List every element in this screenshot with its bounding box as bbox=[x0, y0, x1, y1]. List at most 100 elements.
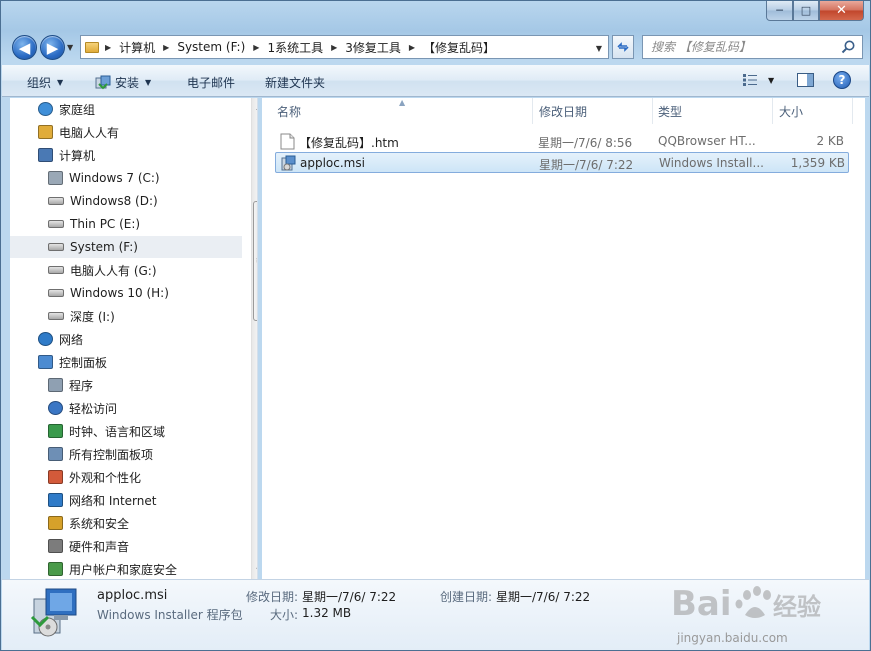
details-modified-value: 星期一/7/6/ 7:22 bbox=[302, 590, 397, 604]
column-header-type[interactable]: 类型 bbox=[653, 98, 773, 124]
drive-icon bbox=[48, 220, 64, 228]
tree-item-label: 深度 (I:) bbox=[70, 309, 115, 324]
tree-item[interactable]: 电脑人人有 bbox=[38, 121, 119, 143]
file-row-selected[interactable]: apploc.msi 星期一/7/6/ 7:22 Windows Install… bbox=[275, 152, 849, 173]
tree-item-label: 所有控制面板项 bbox=[69, 447, 154, 462]
search-input[interactable] bbox=[651, 40, 831, 54]
tree-item[interactable]: 深度 (I:) bbox=[48, 305, 115, 327]
tree-item[interactable]: 系统和安全 bbox=[48, 512, 129, 534]
breadcrumb-current-folder[interactable]: 【修复乱码】 bbox=[423, 39, 495, 56]
file-type: Windows Install... bbox=[659, 156, 764, 170]
control-panel-icon bbox=[38, 355, 53, 369]
scroll-down-icon[interactable]: ▼ bbox=[252, 562, 257, 579]
minimize-button[interactable]: ─ bbox=[766, 1, 793, 21]
column-header-size[interactable]: 大小 bbox=[773, 98, 853, 124]
file-date: 星期一/7/6/ 8:56 bbox=[538, 136, 633, 150]
tree-item-label: 外观和个性化 bbox=[69, 470, 142, 485]
drive-icon bbox=[48, 243, 64, 251]
drive-icon bbox=[48, 266, 64, 274]
drive-icon bbox=[48, 197, 64, 205]
network-internet-icon bbox=[48, 493, 63, 507]
tree-item-label: 控制面板 bbox=[59, 355, 108, 370]
tree-item[interactable]: Windows 7 (C:) bbox=[48, 167, 160, 189]
file-row[interactable]: 【修复乱码】.htm 星期一/7/6/ 8:56 QQBrowser HT...… bbox=[275, 131, 849, 152]
column-header-name[interactable]: 名称 bbox=[262, 98, 533, 124]
tree-item[interactable]: 时钟、语言和区域 bbox=[48, 420, 165, 442]
tree-item[interactable]: 电脑人人有 (G:) bbox=[48, 259, 157, 281]
address-bar[interactable]: ▶ 计算机 ▶ System (F:) ▶ 1系统工具 ▶ 3修复工具 ▶ 【修… bbox=[80, 35, 609, 59]
tree-item[interactable]: Windows 10 (H:) bbox=[48, 282, 169, 304]
tree-item[interactable]: 硬件和声音 bbox=[48, 535, 129, 557]
chevron-down-icon: ▼ bbox=[145, 78, 152, 87]
tree-item[interactable]: 网络 bbox=[38, 328, 83, 350]
refresh-button[interactable] bbox=[612, 35, 634, 59]
file-date: 星期一/7/6/ 7:22 bbox=[539, 158, 634, 172]
help-icon[interactable]: ? bbox=[833, 71, 851, 89]
breadcrumb-repair-tools[interactable]: 3修复工具 bbox=[345, 39, 401, 56]
details-created-value: 星期一/7/6/ 7:22 bbox=[496, 590, 591, 604]
tree-item-label: 程序 bbox=[69, 378, 94, 393]
email-label: 电子邮件 bbox=[187, 76, 236, 90]
column-type-label: 类型 bbox=[658, 104, 683, 119]
folder-icon bbox=[85, 41, 99, 53]
breadcrumb-system-tools[interactable]: 1系统工具 bbox=[267, 39, 323, 56]
appearance-icon bbox=[48, 470, 63, 484]
scrollbar-thumb[interactable]: ≡ bbox=[253, 201, 257, 321]
address-dropdown-icon[interactable]: ▼ bbox=[596, 44, 602, 53]
search-icon[interactable] bbox=[840, 39, 856, 55]
msi-file-large-icon bbox=[30, 588, 77, 637]
breadcrumb-computer[interactable]: 计算机 bbox=[119, 39, 155, 56]
chevron-right-icon[interactable]: ▶ bbox=[331, 43, 337, 52]
clock-language-icon bbox=[48, 424, 63, 438]
column-header-date[interactable]: 修改日期 bbox=[533, 98, 653, 124]
new-folder-button[interactable]: 新建文件夹 bbox=[265, 74, 325, 91]
file-size: 1,359 KB bbox=[790, 156, 845, 170]
tree-item[interactable]: 所有控制面板项 bbox=[48, 443, 153, 465]
tree-item[interactable]: Windows8 (D:) bbox=[48, 190, 158, 212]
organize-menu[interactable]: 组织 ▼ bbox=[27, 74, 63, 91]
tree-item[interactable]: 网络和 Internet bbox=[48, 489, 156, 511]
tree-item[interactable]: 计算机 bbox=[38, 144, 95, 166]
close-button[interactable]: ✕ bbox=[819, 1, 864, 21]
install-button[interactable]: 安装 ▼ bbox=[95, 74, 151, 91]
tree-item-label: 计算机 bbox=[59, 148, 96, 163]
file-name: apploc.msi bbox=[300, 156, 365, 170]
tree-item[interactable]: 外观和个性化 bbox=[48, 466, 141, 488]
breadcrumb-system-f[interactable]: System (F:) bbox=[177, 40, 245, 54]
tree-item-label: Windows 10 (H:) bbox=[70, 286, 169, 300]
tree-item[interactable]: 家庭组 bbox=[38, 98, 95, 120]
email-button[interactable]: 电子邮件 bbox=[187, 74, 235, 91]
chevron-right-icon[interactable]: ▶ bbox=[105, 43, 111, 52]
user-folder-icon bbox=[38, 125, 53, 139]
forward-button[interactable]: ▶ bbox=[40, 35, 65, 60]
preview-pane-icon[interactable] bbox=[797, 73, 814, 87]
recent-pages-dropdown[interactable]: ▼ bbox=[67, 43, 73, 52]
back-button[interactable]: ◀ bbox=[12, 35, 37, 60]
tree-item[interactable]: 用户帐户和家庭安全 bbox=[48, 558, 177, 579]
tree-item[interactable]: System (F:) bbox=[10, 236, 242, 258]
scroll-up-icon[interactable]: ▲ bbox=[252, 98, 257, 115]
navigation-pane: 家庭组 电脑人人有计算机 Windows 7 (C:) Windows8 (D:) Th… bbox=[10, 98, 258, 579]
baidu-jingyan-watermark: Bai 经验 bbox=[671, 584, 821, 624]
view-options-dropdown-icon[interactable]: ▼ bbox=[768, 76, 774, 85]
ease-of-access-icon bbox=[48, 401, 63, 415]
chevron-right-icon[interactable]: ▶ bbox=[253, 43, 259, 52]
maximize-button[interactable]: □ bbox=[793, 1, 819, 21]
file-size: 2 KB bbox=[816, 134, 844, 148]
search-box[interactable] bbox=[642, 35, 863, 59]
chevron-right-icon[interactable]: ▶ bbox=[409, 43, 415, 52]
chevron-right-icon[interactable]: ▶ bbox=[163, 43, 169, 52]
change-view-icon[interactable] bbox=[742, 73, 758, 87]
drive-icon bbox=[48, 312, 64, 320]
tree-item[interactable]: 轻松访问 bbox=[48, 397, 117, 419]
tree-item[interactable]: 控制面板 bbox=[38, 351, 107, 373]
user-accounts-icon bbox=[48, 562, 63, 576]
file-name: 【修复乱码】.htm bbox=[299, 136, 399, 150]
tree-item[interactable]: Thin PC (E:) bbox=[48, 213, 140, 235]
network-icon bbox=[38, 332, 53, 346]
tree-item[interactable]: 程序 bbox=[48, 374, 93, 396]
html-file-icon bbox=[280, 133, 295, 150]
navpane-scrollbar[interactable]: ▲ ≡ ▼ bbox=[251, 98, 257, 579]
tree-item-label: Windows 7 (C:) bbox=[69, 171, 160, 185]
explorer-window: ─ □ ✕ ◀ ▶ ▼ ▶ 计算机 ▶ System (F:) ▶ 1系统工具 … bbox=[0, 0, 871, 651]
